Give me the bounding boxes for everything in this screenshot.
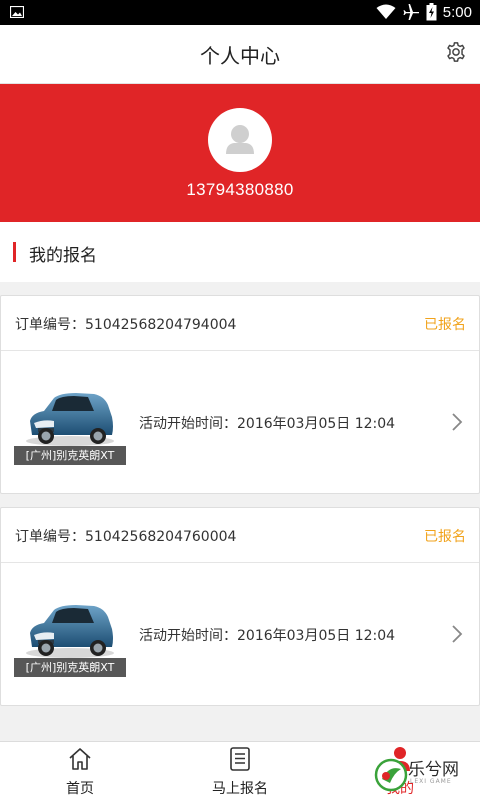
section-title: 我的报名 bbox=[29, 246, 97, 266]
order-status: 已报名 bbox=[424, 317, 466, 333]
gear-icon[interactable] bbox=[445, 41, 467, 63]
car-thumbnail: [广州]别克英朗XT bbox=[14, 381, 126, 465]
site-watermark: 乐兮网 LEXI GAME bbox=[374, 745, 472, 797]
car-image bbox=[26, 605, 114, 658]
order-status: 已报名 bbox=[424, 529, 466, 545]
chevron-right-icon bbox=[452, 625, 463, 643]
image-icon bbox=[10, 6, 24, 18]
section-header: 我的报名 bbox=[0, 222, 480, 282]
order-card: 订单编号：51042568204760004 已报名 [广州]别克英朗XT 活动… bbox=[0, 507, 480, 706]
order-card-header: 订单编号：51042568204760004 已报名 bbox=[1, 508, 479, 563]
page-title: 个人中心 bbox=[200, 44, 280, 68]
battery-icon bbox=[426, 3, 437, 21]
status-time: 5:00 bbox=[442, 3, 472, 21]
user-avatar-icon bbox=[226, 125, 254, 154]
order-detail-row[interactable]: [广州]别克英朗XT 活动开始时间：2016年03月05日 12:04 bbox=[1, 563, 479, 705]
watermark-logo-icon bbox=[374, 758, 408, 792]
tab-label: 首页 bbox=[66, 781, 94, 797]
order-card-header: 订单编号：51042568204794004 已报名 bbox=[1, 296, 479, 351]
avatar[interactable] bbox=[208, 108, 272, 172]
chevron-right-icon bbox=[452, 413, 463, 431]
activity-time: 活动开始时间：2016年03月05日 12:04 bbox=[139, 416, 396, 432]
list-icon bbox=[230, 747, 250, 771]
home-icon bbox=[69, 748, 91, 770]
watermark-subtext: LEXI GAME bbox=[410, 778, 452, 785]
tab-home[interactable]: 首页 bbox=[0, 742, 160, 801]
tab-signup[interactable]: 马上报名 bbox=[160, 742, 320, 801]
car-thumbnail: [广州]别克英朗XT bbox=[14, 593, 126, 677]
order-detail-row[interactable]: [广州]别克英朗XT 活动开始时间：2016年03月05日 12:04 bbox=[1, 351, 479, 493]
order-number: 订单编号：51042568204760004 bbox=[15, 529, 237, 545]
car-image bbox=[26, 393, 114, 446]
wifi-icon bbox=[376, 4, 396, 19]
user-phone: 13794380880 bbox=[186, 180, 294, 199]
status-bar: 5:00 bbox=[0, 0, 480, 25]
order-card: 订单编号：51042568204794004 已报名 [广州]别克英朗XT 活动… bbox=[0, 295, 480, 494]
car-caption: [广州]别克英朗XT bbox=[14, 658, 126, 677]
activity-time: 活动开始时间：2016年03月05日 12:04 bbox=[139, 628, 396, 644]
profile-banner: 13794380880 bbox=[0, 84, 480, 222]
order-number: 订单编号：51042568204794004 bbox=[15, 317, 237, 333]
top-bar: 个人中心 bbox=[0, 25, 480, 84]
watermark-text: 乐兮网 bbox=[408, 760, 459, 780]
section-accent-bar bbox=[13, 242, 16, 262]
tab-label: 马上报名 bbox=[212, 781, 268, 797]
airplane-icon bbox=[403, 4, 419, 20]
car-caption: [广州]别克英朗XT bbox=[14, 446, 126, 465]
